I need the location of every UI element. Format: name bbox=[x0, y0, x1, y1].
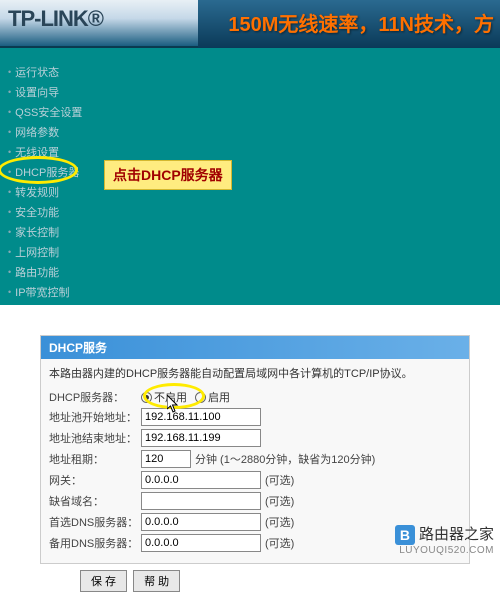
sidebar-item-network[interactable]: •网络参数 bbox=[0, 122, 98, 142]
logo: TP-LINK® bbox=[8, 6, 103, 32]
sidebar-item-bandwidth[interactable]: •IP带宽控制 bbox=[0, 282, 98, 302]
sidebar-item-routing[interactable]: •路由功能 bbox=[0, 262, 98, 282]
sidebar-item-wizard[interactable]: •设置向导 bbox=[0, 82, 98, 102]
sidebar-item-wireless[interactable]: •无线设置 bbox=[0, 142, 98, 162]
dns1-input[interactable] bbox=[141, 513, 261, 531]
sidebar-item-access[interactable]: •上网控制 bbox=[0, 242, 98, 262]
sidebar-item-forward[interactable]: •转发规则 bbox=[0, 182, 98, 202]
sidebar: •运行状态 •设置向导 •QSS安全设置 •网络参数 •无线设置 •DHCP服务… bbox=[0, 62, 98, 322]
lease-suffix: 分钟 (1～2880分钟，缺省为120分钟) bbox=[195, 451, 375, 467]
start-ip-label: 地址池开始地址： bbox=[49, 409, 141, 425]
lease-input[interactable] bbox=[141, 450, 191, 468]
dns1-optional: (可选) bbox=[265, 514, 294, 530]
sidebar-item-status[interactable]: •运行状态 bbox=[0, 62, 98, 82]
dns2-optional: (可选) bbox=[265, 535, 294, 551]
save-button[interactable]: 保 存 bbox=[80, 570, 127, 592]
sidebar-item-qss[interactable]: •QSS安全设置 bbox=[0, 102, 98, 122]
end-ip-input[interactable] bbox=[141, 429, 261, 447]
watermark-icon: B bbox=[395, 525, 415, 545]
banner-text: 150M无线速率，11N技术，方 bbox=[198, 0, 500, 48]
bottom-section: DHCP服务 本路由器内建的DHCP服务器能自动配置局域网中各计算机的TCP/I… bbox=[0, 305, 500, 563]
end-ip-label: 地址池结束地址： bbox=[49, 430, 141, 446]
radio-icon bbox=[195, 392, 206, 403]
header-bar: TP-LINK® 150M无线速率，11N技术，方 bbox=[0, 0, 500, 48]
top-section: TP-LINK® 150M无线速率，11N技术，方 •运行状态 •设置向导 •Q… bbox=[0, 0, 500, 305]
cursor-icon bbox=[167, 395, 181, 413]
dhcp-server-label: DHCP服务器： bbox=[49, 389, 141, 405]
dns2-label: 备用DNS服务器： bbox=[49, 535, 141, 551]
radio-icon bbox=[141, 392, 152, 403]
help-button[interactable]: 帮 助 bbox=[133, 570, 180, 592]
gateway-label: 网关： bbox=[49, 472, 141, 488]
dns2-input[interactable] bbox=[141, 534, 261, 552]
radio-enable[interactable]: 启用 bbox=[195, 389, 230, 405]
panel-title: DHCP服务 bbox=[41, 336, 469, 359]
gateway-optional: (可选) bbox=[265, 472, 294, 488]
start-ip-input[interactable] bbox=[141, 408, 261, 426]
sidebar-item-dhcp[interactable]: •DHCP服务器 bbox=[0, 162, 98, 182]
callout: 点击DHCP服务器 bbox=[104, 160, 232, 190]
lease-label: 地址租期： bbox=[49, 451, 141, 467]
domain-label: 缺省域名： bbox=[49, 493, 141, 509]
watermark-title: 路由器之家 bbox=[419, 526, 494, 544]
domain-input[interactable] bbox=[141, 492, 261, 510]
gateway-input[interactable] bbox=[141, 471, 261, 489]
domain-optional: (可选) bbox=[265, 493, 294, 509]
callout-text: 点击DHCP服务器 bbox=[104, 160, 232, 190]
dns1-label: 首选DNS服务器： bbox=[49, 514, 141, 530]
watermark: B 路由器之家 LUYOUQI520.COM bbox=[395, 525, 494, 557]
sidebar-item-security[interactable]: •安全功能 bbox=[0, 202, 98, 222]
watermark-url: LUYOUQI520.COM bbox=[395, 545, 494, 557]
panel-description: 本路由器内建的DHCP服务器能自动配置局域网中各计算机的TCP/IP协议。 bbox=[49, 365, 461, 381]
sidebar-item-parental[interactable]: •家长控制 bbox=[0, 222, 98, 242]
